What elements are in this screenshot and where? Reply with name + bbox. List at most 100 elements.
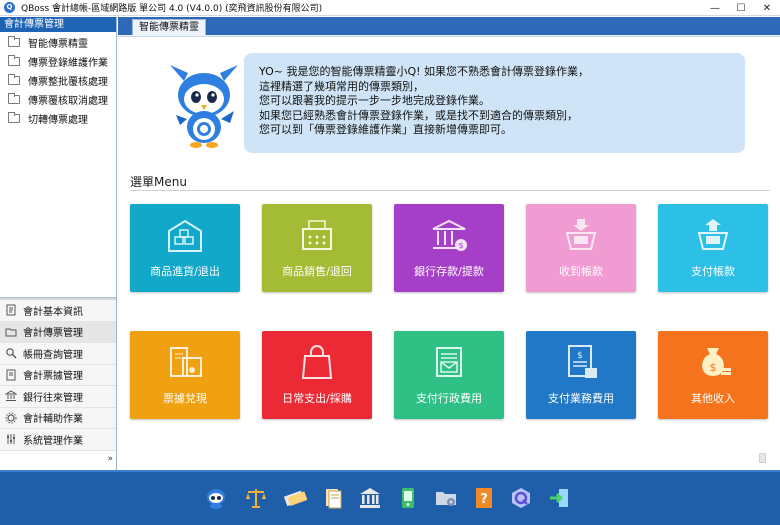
assistant-line: 如果您已經熟悉會計傳票登錄作業，或是找不到適合的傳票類別， (259, 108, 578, 122)
tile-label: 銀行存款/提款 (414, 265, 484, 278)
folder-icon (8, 93, 20, 104)
shopping-bag-icon (301, 345, 333, 379)
sidebar: 會計傳票管理 智能傳票精靈 傳票登錄維護作業 傳票整批覆核處理 傳票覆核取消處理… (0, 17, 117, 470)
assistant-line: 您可以跟著我的提示一步一步地完成登錄作業。 (259, 94, 490, 107)
nav-item-label: 帳冊查詢管理 (23, 349, 83, 361)
cash-register-icon (302, 220, 332, 250)
nav-item-label: 會計輔助作業 (23, 414, 83, 426)
divider (130, 190, 770, 191)
nav-item-label: 會計基本資訊 (23, 306, 83, 318)
tile-label: 支付行政費用 (416, 392, 482, 405)
tile-sales-return[interactable]: 商品銷售/退回 (262, 204, 372, 292)
tile-label: 支付帳款 (691, 265, 735, 278)
tile-cheque-cashing[interactable]: 票據兌現 (130, 331, 240, 419)
app-logo-icon: Q (4, 2, 15, 13)
qboss-logo-icon[interactable] (508, 485, 534, 511)
bank-icon (4, 390, 18, 402)
tree-item-smart-wizard[interactable]: 智能傳票精靈 (0, 33, 116, 52)
close-button[interactable]: ✕ (754, 0, 780, 16)
assistant-message: YO~ 我是您的智能傳票精靈小Q! 如果您不熟悉會計傳票登錄作業， 這裡精選了幾… (244, 53, 745, 153)
bank-icon[interactable] (357, 485, 383, 511)
tile-label: 支付業務費用 (548, 392, 614, 405)
tile-daily-expense[interactable]: 日常支出/採購 (262, 331, 372, 419)
tree-item-label: 智能傳票精靈 (28, 39, 88, 50)
tile-receive-payment[interactable]: 收到帳款 (526, 204, 636, 292)
assistant-line: 這裡精選了幾項常用的傳票類別， (259, 79, 424, 93)
receive-money-icon (565, 219, 597, 250)
folder-icon (8, 74, 20, 85)
window-title-bar: Q QBoss 會計總帳-區域網路版 單公司 4.0 (V4.0.0) (奕飛資… (0, 0, 780, 16)
help-icon[interactable]: ? (471, 485, 497, 511)
nav-item-label: 銀行往來管理 (23, 392, 83, 404)
nav-item-label: 系統管理作業 (23, 435, 83, 447)
tree-item-label: 傳票整批覆核處理 (28, 77, 108, 88)
documents-icon[interactable] (320, 485, 346, 511)
assistant-line: YO~ 我是您的智能傳票精靈小Q! 如果您不熟悉會計傳票登錄作業， (259, 65, 590, 78)
tile-business-expense[interactable]: $ 支付業務費用 (526, 331, 636, 419)
newspaper-icon (436, 347, 462, 377)
window-title: QBoss 會計總帳-區域網路版 單公司 4.0 (V4.0.0) (奕飛資訊股… (21, 4, 323, 14)
nav-item-label: 會計傳票管理 (23, 328, 83, 340)
pay-money-icon (697, 219, 729, 250)
nav-item-label: 會計票據管理 (23, 371, 83, 383)
quick-launch-bar: ? (0, 470, 780, 525)
svg-text:?: ? (480, 492, 488, 507)
tile-label: 其他收入 (691, 392, 735, 405)
exit-icon[interactable] (546, 485, 572, 511)
scales-icon[interactable] (243, 485, 269, 511)
tab-strip: 智能傳票精靈 (118, 17, 780, 35)
tile-label: 收到帳款 (559, 265, 603, 278)
document-icon (5, 369, 17, 381)
nav-item-auxiliary[interactable]: 會計輔助作業 (0, 407, 116, 429)
nav-item-ledger-query[interactable]: 帳冊查詢管理 (0, 343, 116, 365)
document-icon (5, 304, 17, 316)
cheque-icon (170, 347, 202, 377)
nav-item-notes-management[interactable]: 會計票據管理 (0, 364, 116, 386)
tile-bank-deposit-withdraw[interactable]: $ 銀行存款/提款 (394, 204, 504, 292)
sliders-icon (5, 433, 17, 445)
nav-item-basic-info[interactable]: 會計基本資訊 (0, 300, 116, 322)
search-icon (5, 347, 17, 359)
svg-text:$: $ (577, 351, 583, 361)
tree-item-cancel-review[interactable]: 傳票覆核取消處理 (0, 90, 116, 109)
minimize-button[interactable]: — (702, 0, 728, 16)
tree-item-label: 切轉傳票處理 (28, 115, 88, 126)
sidebar-header: 會計傳票管理 (0, 17, 116, 32)
svg-text:$: $ (458, 241, 463, 250)
assistant-line: 您可以到「傳票登錄維護作業」直接新增傳票即可。 (259, 123, 512, 136)
cheque-icon[interactable] (282, 485, 308, 511)
nav-item-bank-management[interactable]: 銀行往來管理 (0, 386, 116, 408)
tile-admin-expense[interactable]: 支付行政費用 (394, 331, 504, 419)
folder-icon (8, 55, 20, 66)
phone-icon[interactable] (395, 485, 421, 511)
folder-icon (8, 36, 20, 47)
folder-icon (5, 326, 17, 338)
tile-pay-accounts[interactable]: 支付帳款 (658, 204, 768, 292)
folder-settings-icon[interactable] (433, 485, 459, 511)
warehouse-icon (168, 219, 202, 252)
nav-item-system-management[interactable]: 系統管理作業 (0, 429, 116, 451)
bank-icon: $ (432, 219, 467, 251)
money-bag-icon: $ (702, 348, 731, 376)
resize-grip[interactable] (759, 453, 766, 463)
mascot-icon (170, 65, 238, 148)
module-navigation: 會計基本資訊 會計傳票管理 帳冊查詢管理 會計票據管理 銀行往來管理 會計輔助作 (0, 297, 116, 451)
invoice-icon: $ (568, 345, 597, 378)
tree-item-switch-voucher[interactable]: 切轉傳票處理 (0, 109, 116, 128)
folder-icon (8, 112, 20, 123)
menu-title: 選單Menu (130, 175, 187, 189)
tab-smart-wizard[interactable]: 智能傳票精靈 (132, 19, 206, 35)
tile-other-income[interactable]: $ 其他收入 (658, 331, 768, 419)
tree-item-batch-review[interactable]: 傳票整批覆核處理 (0, 71, 116, 90)
configure-buttons-icon[interactable]: » (107, 454, 113, 464)
mascot-icon[interactable] (203, 485, 229, 511)
tree-item-voucher-entry[interactable]: 傳票登錄維護作業 (0, 52, 116, 71)
maximize-button[interactable]: ☐ (728, 0, 754, 16)
main-content: 智能傳票精靈 YO~ 我是您的智能傳票精靈小Q! 如果您不熟悉會計傳票登錄作業，… (118, 17, 780, 470)
tile-label: 商品銷售/退回 (282, 265, 352, 278)
nav-item-voucher-management[interactable]: 會計傳票管理 (0, 321, 116, 343)
tile-label: 票據兌現 (163, 392, 207, 405)
tile-purchase-return[interactable]: 商品進貨/退出 (130, 204, 240, 292)
tree-item-label: 傳票覆核取消處理 (28, 96, 108, 107)
tile-label: 商品進貨/退出 (150, 265, 220, 278)
